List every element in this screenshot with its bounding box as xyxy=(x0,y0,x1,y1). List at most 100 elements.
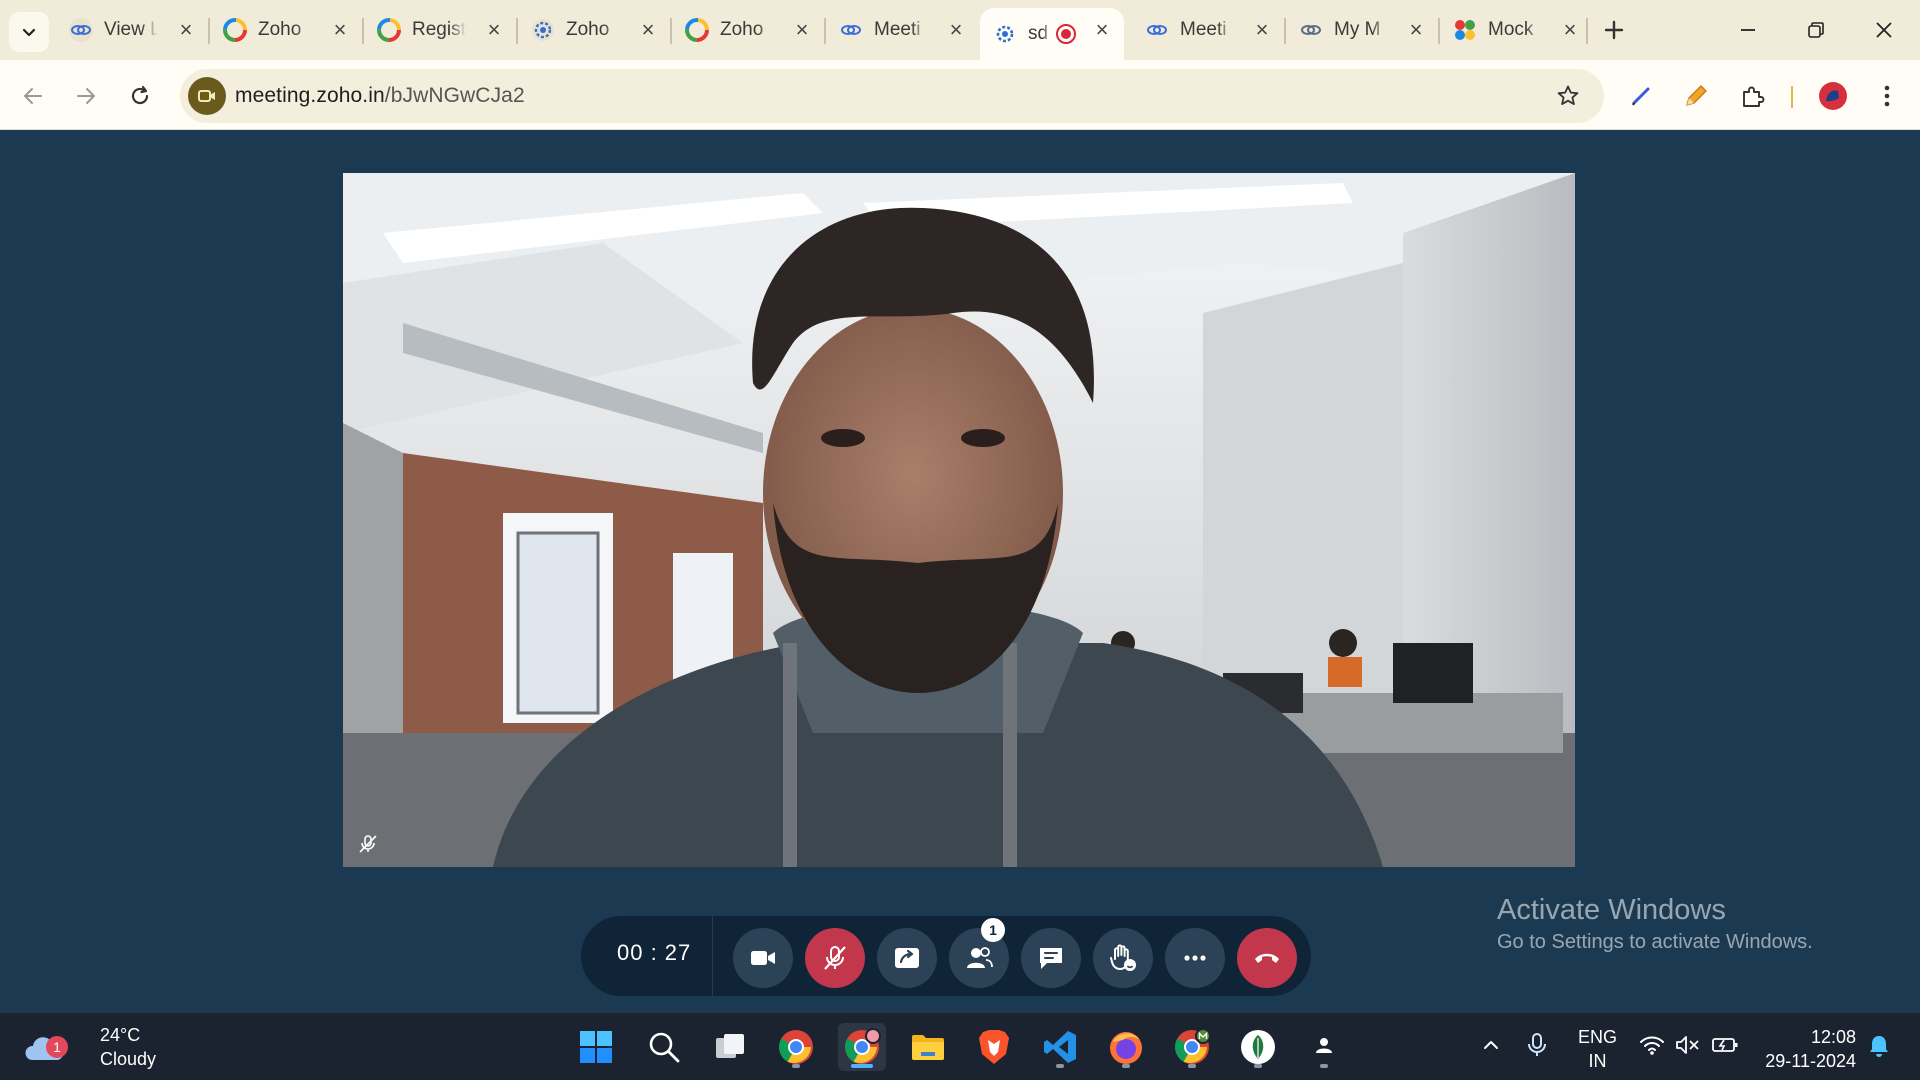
extensions-puzzle-icon[interactable] xyxy=(1734,77,1772,115)
back-button[interactable] xyxy=(13,76,53,116)
taskbar-search-button[interactable] xyxy=(640,1023,688,1071)
controls-separator xyxy=(712,916,713,996)
more-horizontal-icon xyxy=(1184,955,1206,961)
notifications-bell-icon[interactable] xyxy=(1864,1031,1894,1061)
browser-tab[interactable]: View L × xyxy=(56,8,208,52)
browser-tab[interactable]: Zoho × xyxy=(210,8,362,52)
pen-extension-icon[interactable] xyxy=(1622,77,1660,115)
taskbar-meet-app[interactable] xyxy=(1300,1023,1348,1071)
bookmark-star-icon[interactable] xyxy=(1554,82,1582,110)
phone-hangup-icon xyxy=(1255,953,1279,963)
minimize-button[interactable] xyxy=(1720,8,1776,52)
browser-tab[interactable]: My M × xyxy=(1286,8,1438,52)
wifi-icon[interactable] xyxy=(1638,1031,1666,1059)
meeting-link-icon xyxy=(1298,17,1324,43)
start-button[interactable] xyxy=(572,1023,620,1071)
meeting-timer: 00 : 27 xyxy=(617,940,692,965)
browser-tab[interactable]: Regist × xyxy=(364,8,516,52)
close-icon[interactable]: × xyxy=(328,17,352,42)
zoho-gear-icon xyxy=(992,21,1018,47)
chrome-icon xyxy=(779,1030,813,1064)
video-toggle-button[interactable] xyxy=(733,928,793,988)
meeting-link-icon xyxy=(838,17,864,43)
meeting-link-icon xyxy=(1144,17,1170,43)
taskbar-vscode-app[interactable] xyxy=(1036,1023,1084,1071)
restore-button[interactable] xyxy=(1788,8,1844,52)
profile-avatar[interactable] xyxy=(1814,77,1852,115)
task-view-button[interactable] xyxy=(706,1023,754,1071)
browser-tab[interactable]: Meeti × xyxy=(1132,8,1284,52)
end-call-button[interactable] xyxy=(1237,928,1297,988)
weather-condition: Cloudy xyxy=(100,1049,157,1069)
microphone-tray-icon[interactable] xyxy=(1524,1031,1550,1059)
zoho-ring-icon xyxy=(222,17,248,43)
mic-off-icon xyxy=(824,946,846,970)
menu-kebab-icon[interactable] xyxy=(1868,77,1906,115)
task-view-icon xyxy=(716,1034,744,1058)
app-running-indicator xyxy=(1056,1064,1064,1068)
vscode-icon xyxy=(1044,1031,1076,1063)
language-code: ENG xyxy=(1578,1027,1618,1047)
chat-button[interactable] xyxy=(1021,928,1081,988)
speaker-muted-icon[interactable] xyxy=(1674,1031,1702,1059)
close-window-button[interactable] xyxy=(1856,8,1912,52)
close-icon[interactable]: × xyxy=(174,17,198,42)
chevron-up-icon xyxy=(1484,1041,1498,1049)
taskbar-file-explorer-app[interactable] xyxy=(904,1023,952,1071)
more-options-button[interactable] xyxy=(1165,928,1225,988)
url-text[interactable]: meeting.zoho.in/bJwNGwCJa2 xyxy=(235,84,525,108)
windows-taskbar: 1 24°C Cloudy ENG IN 12:08 29-11-2024 xyxy=(0,1012,1920,1080)
taskbar-firefox-app[interactable] xyxy=(1102,1023,1150,1071)
share-screen-button[interactable] xyxy=(877,928,937,988)
browser-tab[interactable]: Mock × xyxy=(1440,8,1592,52)
tab-title: Meeti xyxy=(1180,19,1227,40)
mute-button[interactable] xyxy=(805,928,865,988)
battery-charging-icon[interactable] xyxy=(1710,1031,1740,1059)
participant-video[interactable] xyxy=(343,173,1575,867)
taskbar-leaf-app[interactable] xyxy=(1234,1023,1282,1071)
system-clock[interactable]: 12:08 29-11-2024 xyxy=(1760,1025,1856,1073)
chrome-icon xyxy=(1175,1028,1211,1064)
zoho-ring-icon xyxy=(684,17,710,43)
close-icon[interactable]: × xyxy=(1250,17,1274,42)
minimize-icon xyxy=(1741,29,1755,31)
browser-tab-active[interactable]: sd × xyxy=(980,8,1124,60)
brave-lion-icon xyxy=(979,1030,1009,1064)
close-icon[interactable]: × xyxy=(1404,17,1428,42)
app-running-indicator xyxy=(792,1064,800,1068)
raise-hand-button[interactable] xyxy=(1093,928,1153,988)
close-icon[interactable]: × xyxy=(790,17,814,42)
close-icon[interactable]: × xyxy=(1558,17,1582,42)
reload-button[interactable] xyxy=(120,76,160,116)
forward-button[interactable] xyxy=(66,76,106,116)
new-tab-button[interactable] xyxy=(1597,12,1631,48)
input-language-indicator[interactable]: ENG IN xyxy=(1578,1025,1617,1073)
url-host: meeting.zoho.in xyxy=(235,84,385,107)
close-icon[interactable]: × xyxy=(482,17,506,42)
browser-tab[interactable]: Zoho × xyxy=(518,8,670,52)
taskbar-chrome-profile-app[interactable] xyxy=(838,1023,886,1071)
camera-site-icon[interactable] xyxy=(188,77,226,115)
restore-icon xyxy=(1808,22,1824,38)
pencil-extension-icon[interactable] xyxy=(1677,77,1715,115)
tab-title: sd xyxy=(1028,23,1049,44)
participants-button[interactable]: 1 xyxy=(949,918,1009,988)
windows-logo-icon xyxy=(580,1031,612,1063)
search-icon xyxy=(649,1032,680,1063)
taskbar-chrome-app[interactable] xyxy=(772,1023,820,1071)
close-icon[interactable]: × xyxy=(1090,17,1114,42)
show-hidden-icons-button[interactable] xyxy=(1478,1031,1504,1059)
close-icon[interactable]: × xyxy=(944,17,968,42)
browser-tab[interactable]: Zoho × xyxy=(672,8,824,52)
close-icon[interactable]: × xyxy=(636,17,660,42)
browser-tab[interactable]: Meeti × xyxy=(826,8,978,52)
weather-widget[interactable]: 1 24°C Cloudy xyxy=(24,1023,156,1071)
temperature: 24°C xyxy=(100,1025,141,1045)
plus-icon xyxy=(1604,20,1624,40)
taskbar-chrome-m-app[interactable] xyxy=(1168,1023,1216,1071)
address-bar[interactable]: meeting.zoho.in/bJwNGwCJa2 xyxy=(180,69,1604,123)
taskbar-brave-app[interactable] xyxy=(970,1023,1018,1071)
recording-icon xyxy=(1056,24,1076,44)
tab-search-button[interactable] xyxy=(9,12,49,52)
app-running-indicator xyxy=(1254,1064,1262,1068)
